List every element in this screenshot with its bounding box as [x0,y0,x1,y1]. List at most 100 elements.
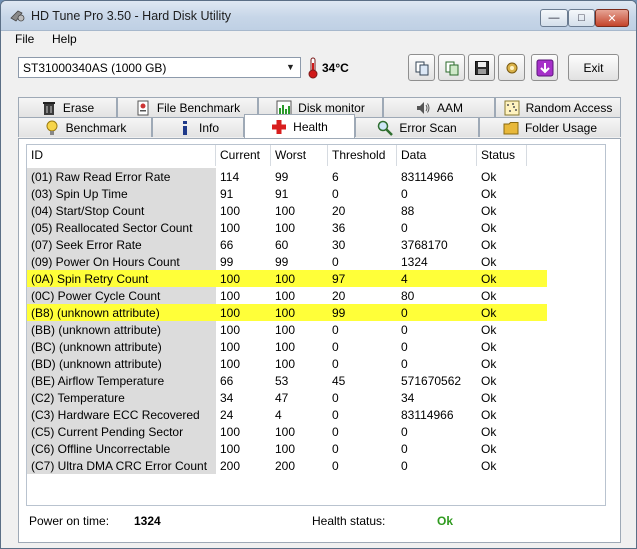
table-row[interactable]: (BB) (unknown attribute) 100 100 0 0 Ok [27,321,547,338]
cell-data: 1324 [401,255,428,269]
table-row[interactable]: (BC) (unknown attribute) 100 100 0 0 Ok [27,338,547,355]
tab-benchmark[interactable]: Benchmark [18,117,152,137]
table-row[interactable]: (07) Seek Error Rate 66 60 30 3768170 Ok [27,236,547,253]
menu-bar: File Help [1,31,636,49]
tab-label: Info [198,120,219,135]
cell-data: 80 [401,289,415,303]
cell-worst: 53 [275,374,289,388]
close-button[interactable]: ✕ [595,9,629,27]
table-row[interactable]: (05) Reallocated Sector Count 100 100 36 0 Ok [27,219,547,236]
trash-icon [42,101,55,115]
tab-folder-usage[interactable]: Folder Usage [479,117,621,137]
cell-id: (C5) Current Pending Sector [27,423,216,440]
cell-current: 100 [220,340,241,354]
cell-id: (BC) (unknown attribute) [27,338,216,355]
cell-worst: 100 [275,204,296,218]
cell-data: 83114966 [401,408,454,422]
table-row[interactable]: (B8) (unknown attribute) 100 100 99 0 Ok [27,304,547,321]
column-header-current[interactable]: Current [216,145,271,166]
cell-worst: 100 [275,272,296,286]
cell-id: (C2) Temperature [27,389,216,406]
cell-status: Ok [481,323,497,337]
cell-worst: 100 [275,306,296,320]
cell-id: (09) Power On Hours Count [27,253,216,270]
cell-worst: 99 [275,170,289,184]
chevron-down-icon[interactable]: ▼ [283,60,298,75]
cell-status: Ok [481,459,497,473]
column-header-id[interactable]: ID [27,145,216,166]
table-row[interactable]: (03) Spin Up Time 91 91 0 0 Ok [27,185,547,202]
download-arrow-icon [536,59,553,76]
tab-aam[interactable]: AAM [383,97,495,117]
cell-threshold: 0 [332,357,339,371]
column-header-threshold[interactable]: Threshold [328,145,397,166]
cell-threshold: 0 [332,459,339,473]
close-icon: ✕ [607,12,617,25]
drive-select[interactable]: ST31000340AS (1000 GB) ▼ [18,57,301,78]
cell-worst: 4 [275,408,282,422]
exit-button[interactable]: Exit [568,54,619,81]
cell-worst: 100 [275,289,296,303]
power-on-label: Power on time: [29,514,110,528]
cell-worst: 100 [275,221,296,235]
table-row[interactable]: (01) Raw Read Error Rate 114 99 6 83114966 Ok [27,168,547,185]
table-row[interactable]: (C3) Hardware ECC Recovered 24 4 0 83114966 O… [27,406,547,423]
cell-status: Ok [481,187,497,201]
column-header-status[interactable]: Status [477,145,527,166]
save-button[interactable] [468,54,495,81]
cell-threshold: 0 [332,425,339,439]
table-row[interactable]: (0A) Spin Retry Count 100 100 97 4 Ok [27,270,547,287]
tab-random-access[interactable]: Random Access [495,97,621,117]
cell-data: 0 [401,306,408,320]
tab-health[interactable]: Health [244,114,355,138]
tab-label: Folder Usage [524,120,598,135]
tab-label: Disk monitor [298,100,365,115]
cell-current: 100 [220,357,241,371]
table-row[interactable]: (BE) Airflow Temperature 66 53 45 571670562 O… [27,372,547,389]
table-row[interactable]: (BD) (unknown attribute) 100 100 0 0 Ok [27,355,547,372]
copy-all-button[interactable] [438,54,465,81]
title-bar[interactable]: HD Tune Pro 3.50 - Hard Disk Utility — □… [1,1,636,31]
cell-status: Ok [481,170,497,184]
table-row[interactable]: (C6) Offline Uncorrectable 100 100 0 0 Ok [27,440,547,457]
cell-status: Ok [481,306,497,320]
column-header-data[interactable]: Data [397,145,477,166]
health-cross-icon [272,119,287,134]
menu-file[interactable]: File [15,32,34,46]
cell-data: 0 [401,221,408,235]
wrench-options-icon [506,62,517,73]
tab-error-scan[interactable]: Error Scan [355,117,479,137]
cell-worst: 100 [275,425,296,439]
tab-label: AAM [436,100,463,115]
cell-data: 0 [401,340,408,354]
smart-table[interactable]: ID Current Worst Threshold Data Status (… [26,144,606,506]
table-row[interactable]: (04) Start/Stop Count 100 100 20 88 Ok [27,202,547,219]
table-row[interactable]: (0C) Power Cycle Count 100 100 20 80 Ok [27,287,547,304]
table-row[interactable]: (C2) Temperature 34 47 0 34 Ok [27,389,547,406]
cell-status: Ok [481,374,497,388]
menu-help[interactable]: Help [52,32,77,46]
download-update-button[interactable] [531,54,558,81]
minimize-button[interactable]: — [540,9,568,27]
table-row[interactable]: (C5) Current Pending Sector 100 100 0 0 Ok [27,423,547,440]
tab-erase[interactable]: Erase [18,97,117,117]
speaker-icon [416,101,430,114]
cell-worst: 91 [275,187,289,201]
cell-threshold: 0 [332,340,339,354]
minimize-icon: — [548,12,560,24]
cell-status: Ok [481,357,497,371]
table-row[interactable]: (09) Power On Hours Count 99 99 0 1324 Ok [27,253,547,270]
cell-current: 100 [220,289,241,303]
column-header-worst[interactable]: Worst [271,145,328,166]
cell-data: 0 [401,459,408,473]
tab-file-benchmark[interactable]: File Benchmark [117,97,258,117]
magnifier-icon [378,120,394,136]
copy-info-button[interactable] [408,54,435,81]
tab-info[interactable]: Info [152,117,244,137]
cell-id: (C7) Ultra DMA CRC Error Count [27,457,216,474]
floppy-save-icon [474,60,489,75]
maximize-button[interactable]: □ [568,9,595,27]
tab-label: Erase [62,100,95,115]
table-row[interactable]: (C7) Ultra DMA CRC Error Count 200 200 0 0 Ok [27,457,547,474]
options-button[interactable] [498,54,525,81]
